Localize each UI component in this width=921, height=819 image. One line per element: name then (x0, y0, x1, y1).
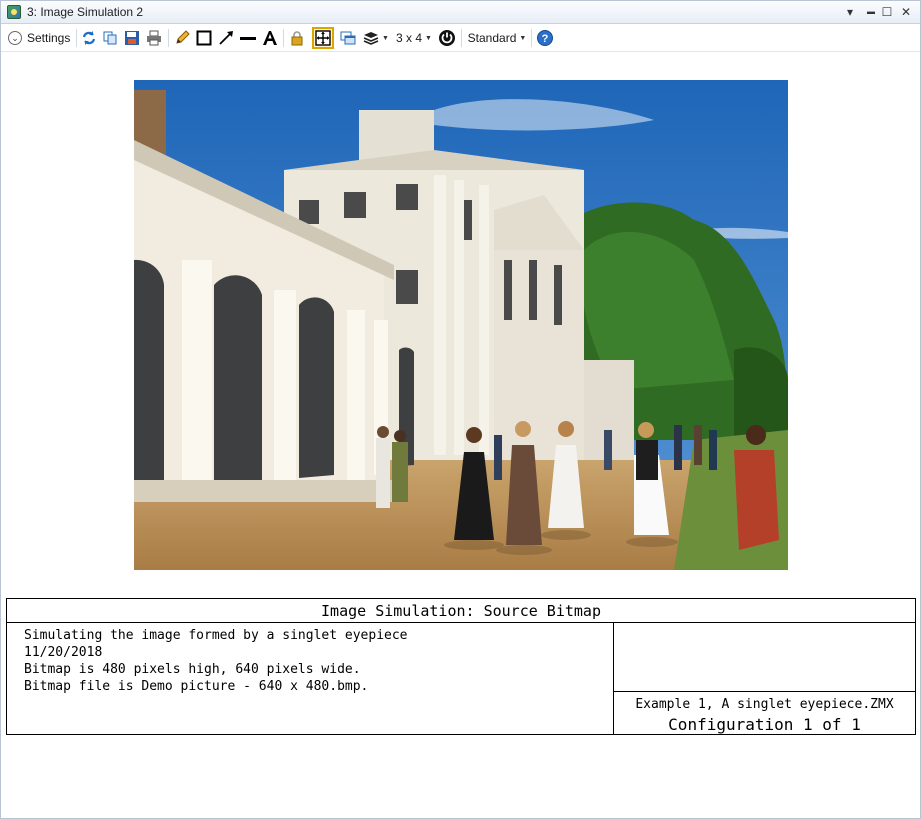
draw-pencil-button[interactable] (173, 28, 191, 48)
simulated-image (134, 80, 788, 570)
pencil-icon (176, 30, 190, 44)
layers-icon (363, 32, 379, 45)
toolbar-separator (461, 29, 462, 47)
table-divider (613, 691, 915, 692)
title-bar: 3: Image Simulation 2 ▾ ▬ ☐ ✕ (1, 1, 920, 24)
rectangle-icon (196, 30, 212, 46)
image-simulation-window: 3: Image Simulation 2 ▾ ▬ ☐ ✕ ⌄ Settings (0, 0, 921, 819)
close-button[interactable]: ✕ (897, 3, 915, 21)
window-clone-icon (340, 31, 356, 45)
save-icon (125, 31, 139, 45)
draw-rectangle-button[interactable] (195, 28, 213, 48)
toolbar: ⌄ Settings ▼ 3 x 4 ▼ Standard ▼ ? (1, 24, 920, 52)
style-label: Standard (467, 31, 517, 45)
layout-dropdown[interactable]: 3 x 4 ▼ (394, 28, 434, 48)
caret-down-icon: ▼ (519, 34, 527, 42)
app-icon (7, 5, 21, 19)
text-icon (263, 31, 277, 45)
style-dropdown[interactable]: Standard ▼ (466, 28, 528, 48)
arrow-line-icon (219, 31, 233, 45)
refresh-button[interactable] (80, 28, 98, 48)
settings-button[interactable]: ⌄ Settings (8, 28, 74, 48)
lock-icon (291, 31, 303, 46)
toolbar-separator (76, 29, 77, 47)
info-description: Simulating the image formed by a singlet… (24, 627, 408, 695)
copy-icon (103, 31, 117, 45)
settings-label: Settings (27, 31, 71, 45)
line-icon (240, 37, 256, 40)
caret-down-icon: ▼ (382, 34, 389, 42)
print-icon (147, 30, 161, 46)
info-line: 11/20/2018 (24, 645, 103, 660)
toolbar-separator (168, 29, 169, 47)
draw-arrow-button[interactable] (217, 28, 235, 48)
layers-dropdown[interactable]: ▼ (363, 28, 389, 48)
window-clone-button[interactable] (339, 28, 357, 48)
copy-button[interactable] (101, 28, 119, 48)
toolbar-separator (531, 29, 532, 47)
chevron-down-icon: ⌄ (8, 31, 22, 45)
help-button[interactable]: ? (536, 28, 554, 48)
draw-line-button[interactable] (239, 28, 257, 48)
maximize-button[interactable]: ☐ (878, 3, 896, 21)
print-button[interactable] (145, 28, 163, 48)
refresh-icon (82, 31, 96, 45)
layout-label: 3 x 4 (396, 31, 423, 45)
caret-down-icon: ▼ (425, 34, 432, 42)
window-menu-button[interactable]: ▾ (841, 3, 859, 21)
info-table: Image Simulation: Source Bitmap Simulati… (6, 598, 916, 735)
info-table-title: Image Simulation: Source Bitmap (7, 599, 915, 623)
info-line: Bitmap file is Demo picture - 640 x 480.… (24, 679, 369, 694)
window-title: 3: Image Simulation 2 (27, 5, 144, 19)
lock-button[interactable] (288, 28, 306, 48)
svg-text:?: ? (542, 33, 549, 45)
zoom-fit-icon (315, 30, 331, 46)
info-line: Simulating the image formed by a singlet… (24, 628, 408, 643)
info-configuration: Configuration 1 of 1 (668, 715, 861, 734)
zoom-fit-button[interactable] (312, 27, 334, 49)
toolbar-separator (283, 29, 284, 47)
save-button[interactable] (123, 28, 141, 48)
info-file-name: Example 1, A singlet eyepiece.ZMX (635, 697, 894, 712)
source-bitmap-illustration (134, 80, 788, 570)
power-icon (439, 30, 455, 46)
help-icon: ? (537, 30, 553, 46)
power-button[interactable] (437, 28, 457, 48)
draw-text-button[interactable] (261, 28, 279, 48)
info-line: Bitmap is 480 pixels high, 640 pixels wi… (24, 662, 361, 677)
